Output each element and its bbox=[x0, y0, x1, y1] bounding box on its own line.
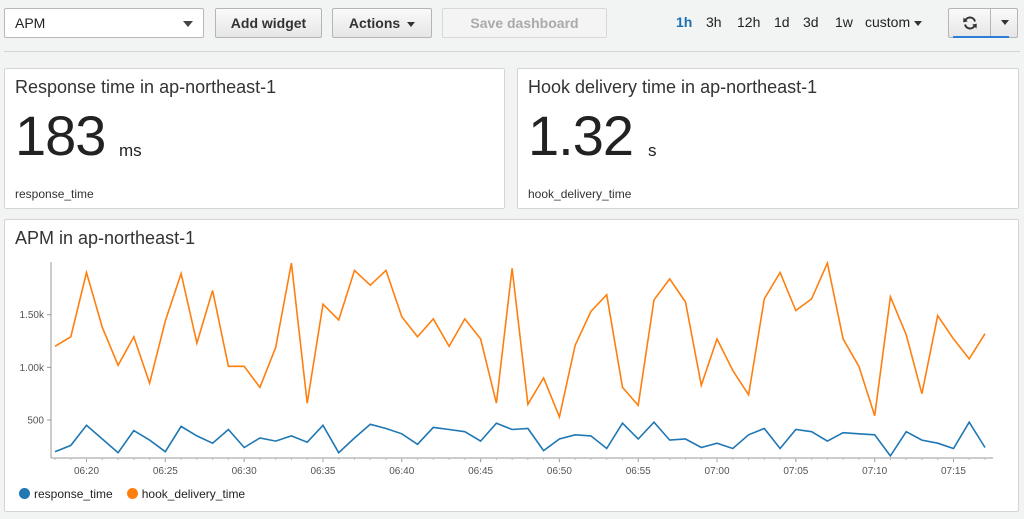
response-time-widget[interactable]: Response time in ap-northeast-1 183 ms r… bbox=[4, 68, 505, 209]
range-1d[interactable]: 1d bbox=[774, 14, 790, 30]
y-tick-label: 1.00k bbox=[20, 363, 45, 374]
range-custom[interactable]: custom bbox=[865, 14, 923, 30]
chevron-down-icon bbox=[183, 21, 193, 27]
widget-unit: s bbox=[648, 141, 657, 160]
dashboard-toolbar: APM Add widget Actions Save dashboard 1h… bbox=[0, 0, 1024, 52]
widget-metric-name: hook_delivery_time bbox=[528, 187, 632, 201]
x-tick-label: 06:20 bbox=[74, 466, 99, 477]
x-tick-label: 06:30 bbox=[232, 466, 257, 477]
widget-metric-name: response_time bbox=[15, 187, 94, 201]
apm-line-chart[interactable]: 500 1.00k 1.50k 06:20 06:25 06:30 06:35 06:40 06… bbox=[5, 220, 1018, 511]
x-tick-label: 07:05 bbox=[783, 466, 808, 477]
legend-swatch bbox=[19, 488, 30, 499]
range-1h[interactable]: 1h bbox=[676, 14, 692, 30]
chevron-down-icon bbox=[914, 20, 923, 26]
range-3h[interactable]: 3h bbox=[706, 14, 722, 30]
range-1w[interactable]: 1w bbox=[835, 14, 853, 30]
x-tick-label: 07:10 bbox=[862, 466, 887, 477]
widget-value: 1.32 bbox=[528, 104, 634, 167]
legend-label: response_time bbox=[34, 487, 113, 501]
actions-button[interactable]: Actions bbox=[332, 8, 432, 38]
refresh-button[interactable] bbox=[949, 9, 1009, 38]
series-line-response-time bbox=[54, 420, 986, 458]
series-line-hook-delivery-time bbox=[54, 260, 986, 420]
legend-swatch bbox=[126, 488, 138, 499]
hook-delivery-widget[interactable]: Hook delivery time in ap-northeast-1 1.3… bbox=[517, 68, 1019, 209]
range-3d[interactable]: 3d bbox=[803, 14, 819, 30]
x-tick-label: 06:55 bbox=[626, 466, 651, 477]
refresh-group bbox=[948, 8, 1018, 38]
legend-item[interactable]: hook_delivery_time bbox=[126, 487, 246, 501]
custom-label: custom bbox=[865, 14, 911, 30]
x-tick-label: 06:50 bbox=[547, 466, 572, 477]
widget-title: Hook delivery time in ap-northeast-1 bbox=[528, 77, 818, 97]
widget-value: 183 bbox=[15, 104, 106, 167]
refresh-icon bbox=[963, 16, 977, 30]
actions-label: Actions bbox=[348, 15, 401, 31]
dashboard-select[interactable]: APM bbox=[4, 8, 204, 38]
chevron-down-icon bbox=[1001, 20, 1009, 25]
legend-item[interactable]: response_time bbox=[19, 487, 113, 501]
chevron-down-icon bbox=[407, 21, 416, 27]
x-tick-label: 06:25 bbox=[153, 466, 178, 477]
range-12h[interactable]: 12h bbox=[737, 14, 760, 30]
x-tick-label: 06:45 bbox=[468, 466, 493, 477]
refresh-options-button[interactable] bbox=[992, 9, 1018, 37]
widget-title: Response time in ap-northeast-1 bbox=[15, 77, 277, 97]
x-tick-label: 06:35 bbox=[310, 466, 335, 477]
y-tick-label: 1.50k bbox=[20, 310, 45, 321]
x-tick-label: 06:40 bbox=[389, 466, 414, 477]
x-tick-label: 07:15 bbox=[941, 466, 966, 477]
legend-label: hook_delivery_time bbox=[141, 487, 246, 501]
x-tick-label: 07:00 bbox=[705, 466, 730, 477]
toolbar-divider bbox=[4, 51, 1020, 52]
widget-unit: ms bbox=[119, 141, 142, 160]
apm-chart-widget[interactable]: APM in ap-northeast-1 500 1.00k 1.50k 06:20… bbox=[4, 219, 1019, 512]
chart-legend: response_time hook_delivery_time bbox=[19, 487, 259, 501]
save-dashboard-button[interactable]: Save dashboard bbox=[442, 8, 607, 38]
add-widget-label: Add widget bbox=[230, 15, 307, 31]
y-tick-label: 500 bbox=[27, 416, 44, 427]
dashboard-select-value: APM bbox=[15, 15, 46, 31]
add-widget-button[interactable]: Add widget bbox=[215, 8, 322, 38]
save-dashboard-label: Save dashboard bbox=[470, 15, 579, 31]
